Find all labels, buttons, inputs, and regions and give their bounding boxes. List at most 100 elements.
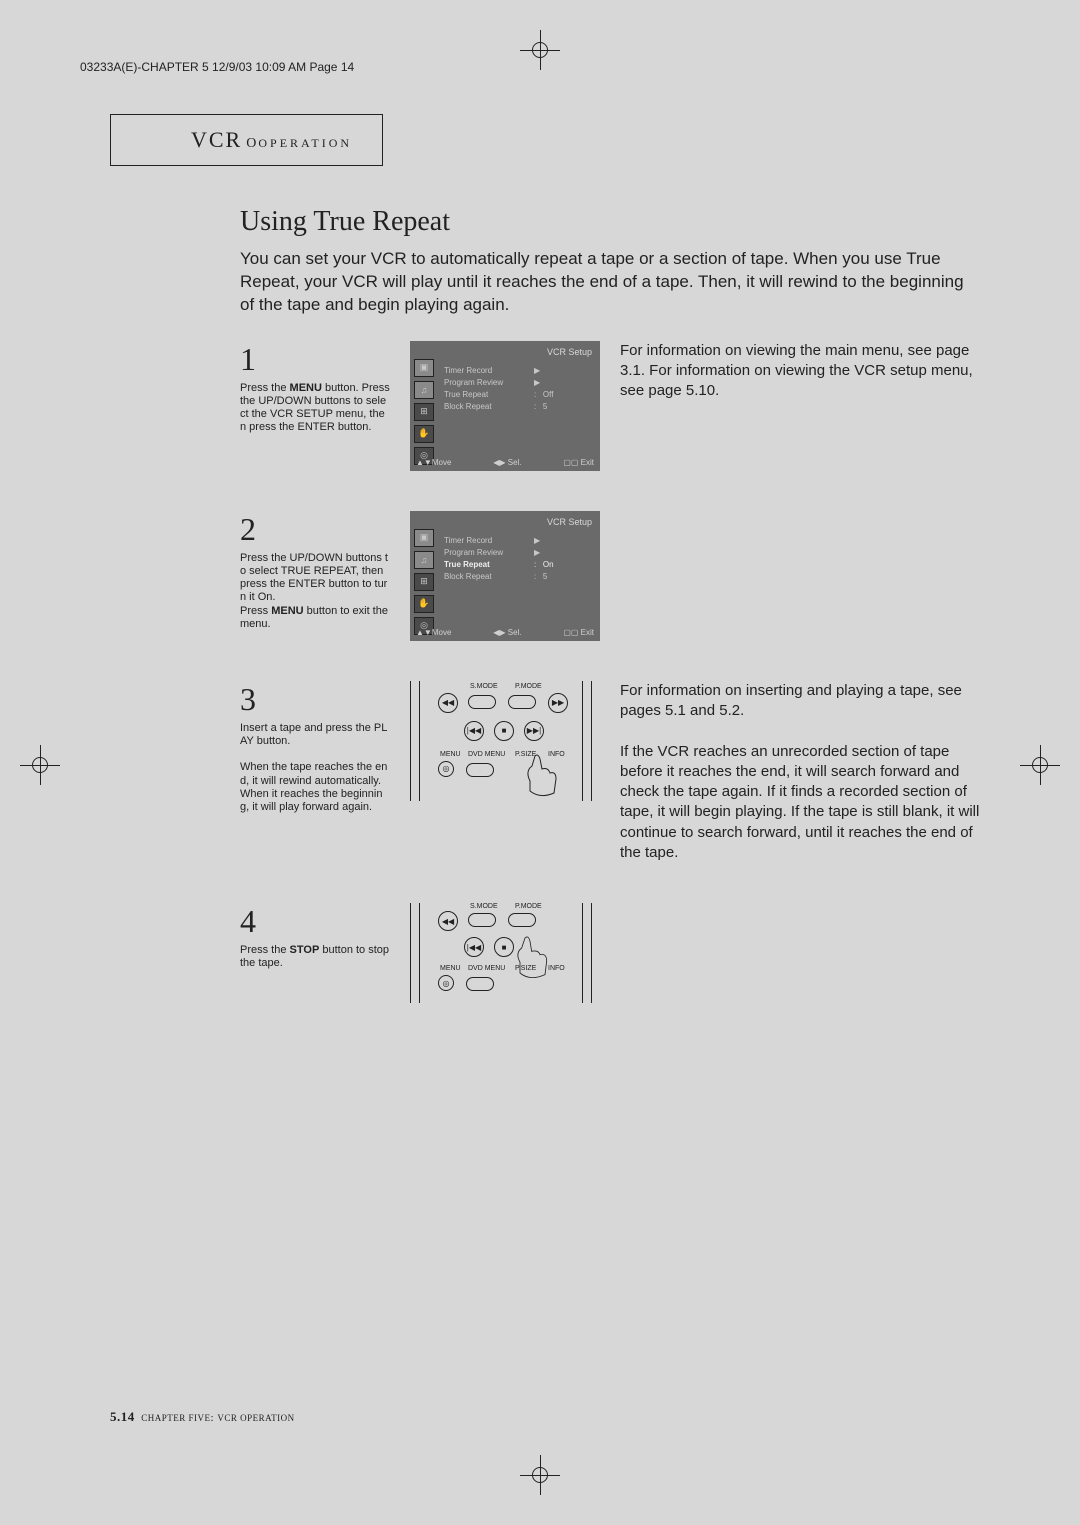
- pmode-button: [508, 695, 536, 709]
- step-3-num: 3: [240, 681, 390, 718]
- step-3-note-a: For information on inserting and playing…: [620, 681, 980, 722]
- osd-footer: ▲▼Move ◀▶ Sel. ▢▢ Exit: [416, 628, 594, 637]
- step-3: 3 Insert a tape and press the PLAY butto…: [240, 681, 980, 863]
- crop-mark-bottom: [520, 1455, 560, 1495]
- osd-item: Timer Record: [444, 366, 492, 375]
- menu-label: MENU: [440, 751, 461, 758]
- step-2: 2 Press the UP/DOWN buttons to select TR…: [240, 511, 980, 641]
- t: When the tape reaches the end, it will r…: [240, 761, 387, 813]
- step-4-num: 4: [240, 903, 390, 940]
- f: ▲▼Move: [416, 458, 451, 467]
- music-icon: ♫: [414, 381, 434, 399]
- osd-icon-col: ▣ ♫ ⊞ ✋ ◎: [414, 359, 434, 465]
- f: ▢▢ Exit: [563, 628, 594, 637]
- dvdmenu-label: DVD MENU: [468, 965, 505, 972]
- vcr-icon: ⊞: [414, 403, 434, 421]
- osd-icon-col: ▣ ♫ ⊞ ✋ ◎: [414, 529, 434, 635]
- print-header: 03233A(E)-CHAPTER 5 12/9/03 10:09 AM Pag…: [80, 60, 1000, 74]
- f: ◀▶ Sel.: [493, 628, 521, 637]
- osd-footer: ▲▼Move ◀▶ Sel. ▢▢ Exit: [416, 458, 594, 467]
- prev-button: |◀◀: [464, 721, 484, 741]
- rew-button: ◀◀: [438, 693, 458, 713]
- remote-illustration-2: S.MODE P.MODE ◀◀ |◀◀ ■ MENU DVD MENU P.S…: [410, 903, 592, 1003]
- osd-item: Block Repeat: [444, 402, 492, 411]
- arrow-icon: ▶: [534, 365, 540, 377]
- smode-label: S.MODE: [470, 683, 498, 690]
- pmode-label: P.MODE: [515, 683, 542, 690]
- osd-item: Timer Record: [444, 536, 492, 545]
- osd-val: : On: [534, 559, 554, 571]
- osd-screen-1: VCR Setup ▣ ♫ ⊞ ✋ ◎ Timer Record▶ Progra…: [410, 341, 600, 471]
- page-number: 5.14: [110, 1409, 135, 1424]
- rew-button: ◀◀: [438, 911, 458, 931]
- smode-button: [468, 695, 496, 709]
- step-3-note-b: If the VCR reaches an unrecorded section…: [620, 742, 980, 864]
- f: ▲▼Move: [416, 628, 451, 637]
- dvdmenu-label: DVD MENU: [468, 751, 505, 758]
- music-icon: ♫: [414, 551, 434, 569]
- osd-item: Block Repeat: [444, 572, 492, 581]
- crop-mark-left: [20, 745, 60, 785]
- intro-text: You can set your VCR to automatically re…: [240, 248, 980, 317]
- step-4-text: Press the STOP button to stop the tape.: [240, 944, 390, 970]
- vcr-icon: ⊞: [414, 573, 434, 591]
- osd-item-selected: True Repeat: [444, 560, 490, 569]
- f: ▢▢ Exit: [563, 458, 594, 467]
- osd-val: : Off: [534, 389, 553, 401]
- page-footer: 5.14 CHAPTER FIVE: VCR OPERATION: [110, 1409, 295, 1425]
- t: Press: [240, 605, 271, 617]
- menu-label: MENU: [440, 965, 461, 972]
- footer-chapter: CHAPTER FIVE: [141, 1413, 210, 1423]
- osd-item: Program Review: [444, 548, 503, 557]
- t: MENU: [290, 382, 322, 394]
- osd-val: : 5: [534, 571, 547, 583]
- step-3-text: Insert a tape and press the PLAY button.…: [240, 722, 390, 814]
- f: ◀▶ Sel.: [493, 458, 521, 467]
- step-1: 1 Press the MENU button. Press the UP/DO…: [240, 341, 980, 471]
- osd-item: True Repeat: [444, 390, 488, 399]
- section-operation-rest: OPERATION: [258, 136, 352, 150]
- remote-illustration-1: S.MODE P.MODE ◀◀ ▶▶ |◀◀ ■ ▶▶| MENU DVD M…: [410, 681, 592, 801]
- hand-icon: ✋: [414, 425, 434, 443]
- osd-list: Timer Record▶ Program Review▶ True Repea…: [444, 535, 503, 583]
- step-1-text: Press the MENU button. Press the UP/DOWN…: [240, 382, 390, 435]
- hand-pointer-icon: [520, 751, 570, 801]
- t: MENU: [271, 605, 303, 617]
- step-4: 4 Press the STOP button to stop the tape…: [240, 903, 980, 1003]
- t: Press the UP/DOWN buttons to select TRUE…: [240, 552, 388, 604]
- pmode-button: [508, 913, 536, 927]
- footer-title: VCR OPERATION: [217, 1413, 294, 1423]
- dvdmenu-button: [466, 977, 494, 991]
- t: STOP: [290, 944, 320, 956]
- v: On: [543, 560, 554, 569]
- v: 5: [543, 402, 547, 411]
- smode-label: S.MODE: [470, 903, 498, 910]
- menu-button: ◎: [438, 761, 454, 777]
- smode-button: [468, 913, 496, 927]
- menu-button: ◎: [438, 975, 454, 991]
- osd-title: VCR Setup: [547, 517, 592, 527]
- arrow-icon: ▶: [534, 377, 540, 389]
- play-button: ▶▶|: [524, 721, 544, 741]
- step-1-note: For information on viewing the main menu…: [620, 341, 980, 471]
- stop-button: ■: [494, 721, 514, 741]
- v: Off: [543, 390, 554, 399]
- step-2-num: 2: [240, 511, 390, 548]
- arrow-icon: ▶: [534, 535, 540, 547]
- t: Insert a tape and press the PLAY button.: [240, 722, 387, 747]
- page: 03233A(E)-CHAPTER 5 12/9/03 10:09 AM Pag…: [80, 60, 1000, 1420]
- osd-val: : 5: [534, 401, 547, 413]
- t: Press the: [240, 382, 290, 394]
- v: 5: [543, 572, 547, 581]
- pmode-label: P.MODE: [515, 903, 542, 910]
- osd-item: Program Review: [444, 378, 503, 387]
- section-vcr: VCR: [191, 127, 242, 152]
- section-operation: O: [246, 136, 258, 151]
- arrow-icon: ▶: [534, 547, 540, 559]
- hand-pointer-icon: [510, 933, 560, 983]
- osd-list: Timer Record▶ Program Review▶ True Repea…: [444, 365, 503, 413]
- step-2-text: Press the UP/DOWN buttons to select TRUE…: [240, 552, 390, 631]
- crop-mark-right: [1020, 745, 1060, 785]
- t: Press the: [240, 944, 290, 956]
- tv-icon: ▣: [414, 359, 434, 377]
